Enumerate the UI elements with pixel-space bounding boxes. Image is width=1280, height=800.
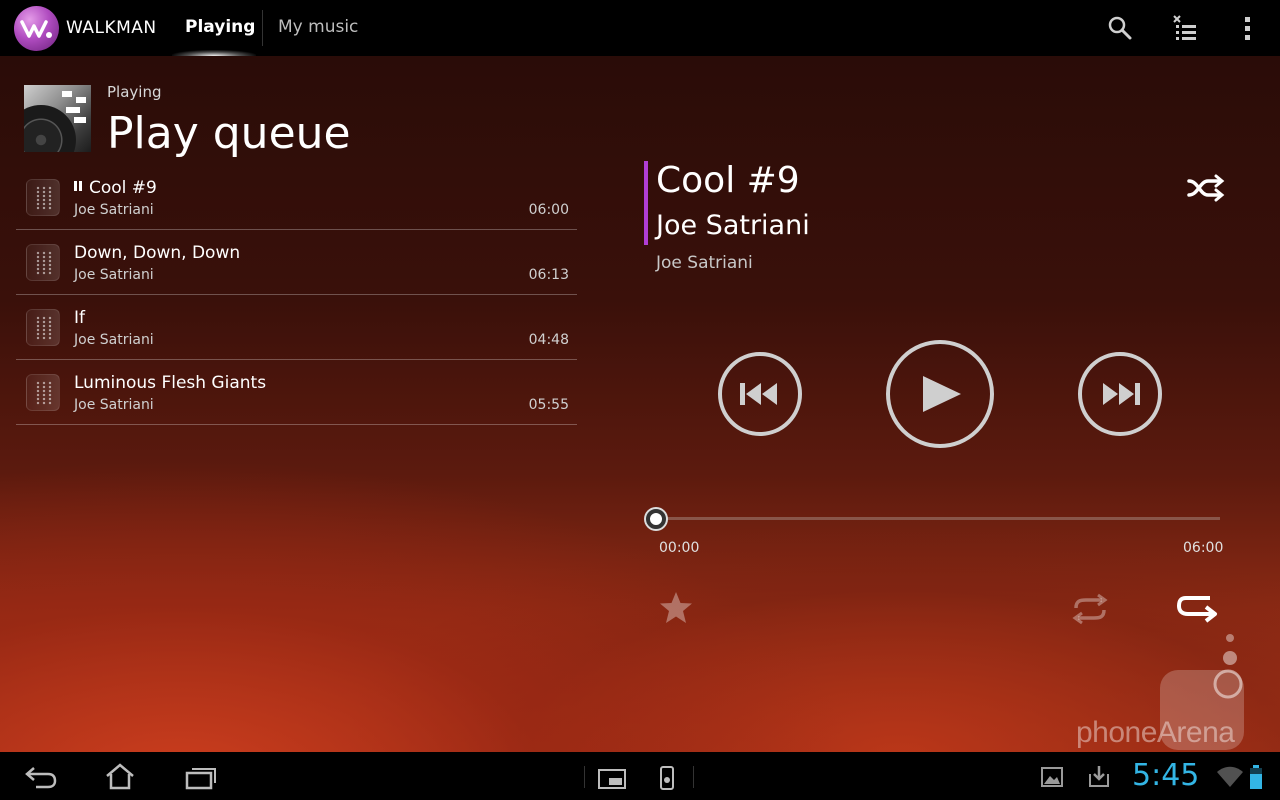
wifi-icon xyxy=(1217,766,1243,787)
play-button[interactable] xyxy=(886,340,994,448)
album-art xyxy=(24,85,91,152)
queue-row[interactable]: If Joe Satriani 04:48 xyxy=(16,295,577,360)
shuffle-icon[interactable] xyxy=(1186,173,1226,203)
now-playing-title: Cool #9 xyxy=(656,160,800,201)
system-bar-divider xyxy=(693,766,694,788)
status-clock: 5:45 xyxy=(1132,758,1200,793)
back-icon[interactable] xyxy=(24,764,58,790)
drag-handle-icon[interactable] xyxy=(26,374,60,411)
repeat-icon[interactable] xyxy=(1070,592,1110,626)
active-tab-indicator xyxy=(172,50,256,56)
tab-my-music[interactable]: My music xyxy=(278,17,358,37)
queue-row-title: If xyxy=(74,308,85,328)
drag-handle-icon[interactable] xyxy=(26,309,60,346)
action-bar: WALKMAN Playing My music xyxy=(0,0,1280,56)
total-time: 06:00 xyxy=(1183,540,1224,556)
system-bar-divider xyxy=(584,766,585,788)
seek-handle[interactable] xyxy=(646,509,666,529)
now-playing-artist: Joe Satriani xyxy=(656,210,810,241)
queue-row-duration: 06:00 xyxy=(528,202,569,218)
queue-row-duration: 06:13 xyxy=(528,267,569,283)
screenshot-icon[interactable] xyxy=(597,768,627,790)
seek-bar[interactable] xyxy=(656,517,1220,520)
previous-icon xyxy=(740,383,777,405)
recent-apps-icon[interactable] xyxy=(184,766,218,790)
queue-row[interactable]: Cool #9 Joe Satriani 06:00 xyxy=(16,165,577,230)
previous-button[interactable] xyxy=(718,352,802,436)
queue-row[interactable]: Luminous Flesh Giants Joe Satriani 05:55 xyxy=(16,360,577,425)
queue-row-title: Cool #9 xyxy=(74,178,157,198)
queue-row-artist: Joe Satriani xyxy=(74,267,154,283)
queue-row-artist: Joe Satriani xyxy=(74,332,154,348)
walkman-logo-icon[interactable] xyxy=(14,6,59,51)
search-icon[interactable] xyxy=(1106,14,1134,42)
download-icon xyxy=(1089,766,1109,787)
now-playing-accent-bar xyxy=(644,161,648,245)
queue-row-title: Luminous Flesh Giants xyxy=(74,373,267,393)
elapsed-time: 00:00 xyxy=(659,540,700,556)
home-icon[interactable] xyxy=(104,762,136,790)
queue-row-artist: Joe Satriani xyxy=(74,397,154,413)
repeat-one-icon[interactable] xyxy=(1176,590,1220,626)
drag-handle-icon[interactable] xyxy=(26,244,60,281)
now-playing-album: Joe Satriani xyxy=(656,253,753,273)
walkman-small-icon[interactable] xyxy=(659,765,675,791)
favorite-icon[interactable] xyxy=(658,590,694,626)
play-icon xyxy=(923,376,961,412)
queue-row[interactable]: Down, Down, Down Joe Satriani 06:13 xyxy=(16,230,577,295)
queue-row-duration: 04:48 xyxy=(528,332,569,348)
battery-icon xyxy=(1250,765,1262,789)
now-playing-icon xyxy=(74,181,82,191)
queue-row-artist: Joe Satriani xyxy=(74,202,154,218)
clear-queue-icon[interactable] xyxy=(1172,14,1200,42)
tab-playing[interactable]: Playing xyxy=(185,17,255,37)
app-title: WALKMAN xyxy=(66,18,157,38)
gallery-icon xyxy=(1041,767,1063,787)
drag-handle-icon[interactable] xyxy=(26,179,60,216)
next-icon xyxy=(1103,383,1140,405)
queue-row-duration: 05:55 xyxy=(528,397,569,413)
overflow-menu-icon[interactable] xyxy=(1234,14,1262,42)
section-subtitle: Playing xyxy=(107,83,162,101)
tab-divider xyxy=(262,10,263,46)
queue-row-title: Down, Down, Down xyxy=(74,243,241,263)
next-button[interactable] xyxy=(1078,352,1162,436)
watermark-text: phoneArena xyxy=(1076,716,1235,749)
play-queue-list: Cool #9 Joe Satriani 06:00 Down, Down, D… xyxy=(16,165,577,425)
page-title: Play queue xyxy=(107,108,351,159)
